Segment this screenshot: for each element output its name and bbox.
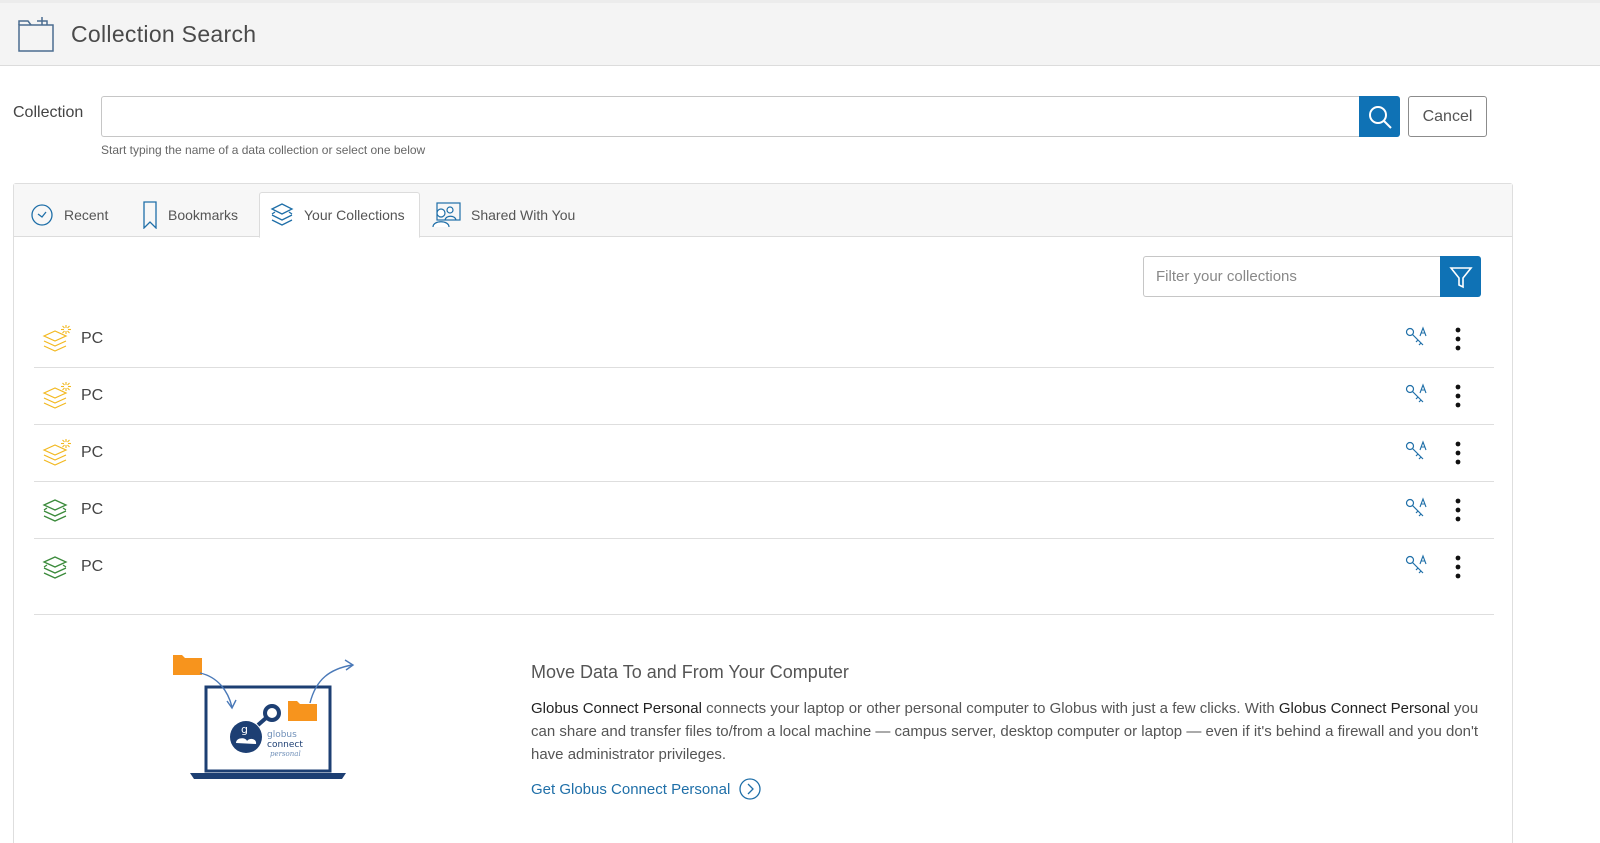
collection-name[interactable]: PC	[81, 330, 103, 348]
logo-line-2: connect	[267, 740, 303, 750]
product-name: Globus Connect Personal	[531, 700, 702, 717]
collection-search-input[interactable]	[101, 96, 1359, 137]
promo-description: Globus Connect Personal connects your la…	[531, 697, 1486, 766]
tab-your-collections[interactable]: Your Collections	[259, 192, 420, 238]
collections-panel: Recent Bookmarks Your Collections Shared…	[13, 183, 1513, 843]
chevron-right-circle-icon	[739, 778, 761, 800]
clock-icon	[31, 203, 53, 226]
logo-line-1: globus	[267, 730, 297, 740]
logo-line-3: personal	[270, 750, 301, 758]
search-hint: Start typing the name of a data collecti…	[101, 143, 426, 157]
get-globus-connect-personal-link[interactable]: Get Globus Connect Personal	[531, 778, 761, 800]
tab-label: Shared With You	[471, 206, 576, 223]
bookmark-icon	[143, 200, 157, 229]
personal-endpoint-icon	[42, 382, 71, 409]
more-options-icon[interactable]	[1448, 438, 1468, 468]
collection-name[interactable]: PC	[81, 444, 103, 462]
list-item[interactable]: PC	[34, 425, 1494, 482]
list-item[interactable]: PC	[34, 311, 1494, 368]
tab-label: Your Collections	[304, 207, 405, 223]
svg-text:g: g	[241, 723, 248, 736]
collection-label: Collection	[13, 104, 84, 121]
more-options-icon[interactable]	[1448, 552, 1468, 582]
tab-label: Bookmarks	[168, 206, 239, 223]
endpoint-connected-icon	[42, 556, 68, 579]
personal-endpoint-icon	[42, 325, 71, 352]
tab-bookmarks[interactable]: Bookmarks	[142, 192, 238, 237]
tab-bar: Recent Bookmarks Your Collections Shared…	[14, 184, 1512, 238]
tab-recent[interactable]: Recent	[30, 192, 108, 237]
cancel-button[interactable]: Cancel	[1408, 96, 1487, 137]
more-options-icon[interactable]	[1448, 495, 1468, 525]
search-icon	[1368, 105, 1392, 129]
filter-collections-input[interactable]	[1143, 256, 1440, 297]
globus-connect-laptop-illustration: g globus connect personal	[173, 655, 355, 779]
key-icon[interactable]	[1404, 440, 1430, 466]
collection-name[interactable]: PC	[81, 558, 103, 576]
layers-icon	[270, 203, 294, 226]
personal-endpoint-icon	[42, 439, 71, 466]
key-icon[interactable]	[1404, 326, 1430, 352]
page-title: Collection Search	[71, 21, 257, 47]
filter-icon	[1448, 266, 1473, 288]
search-button[interactable]	[1359, 96, 1400, 137]
promo-text-part: connects your laptop or other personal c…	[701, 700, 1279, 717]
divider	[34, 614, 1494, 615]
collection-name[interactable]: PC	[81, 387, 103, 405]
product-name: Globus Connect Personal	[1278, 700, 1450, 717]
page-header: Collection Search	[0, 0, 1600, 66]
link-label: Get Globus Connect Personal	[531, 780, 731, 798]
list-item[interactable]: PC	[34, 368, 1494, 425]
key-icon[interactable]	[1404, 554, 1430, 580]
filter-button[interactable]	[1440, 256, 1481, 297]
tab-shared-with-you[interactable]: Shared With You	[431, 192, 575, 237]
tab-label: Recent	[64, 206, 109, 223]
promo-title: Move Data To and From Your Computer	[531, 662, 849, 682]
list-item[interactable]: PC	[34, 482, 1494, 539]
list-item[interactable]: PC	[34, 539, 1494, 596]
folder-icon	[18, 17, 54, 52]
more-options-icon[interactable]	[1448, 381, 1468, 411]
collection-name[interactable]: PC	[81, 501, 103, 519]
collection-list: PC PC PC PC PC	[34, 311, 1494, 596]
more-options-icon[interactable]	[1448, 324, 1468, 354]
key-icon[interactable]	[1404, 497, 1430, 523]
shared-people-icon	[432, 201, 461, 227]
endpoint-connected-icon	[42, 499, 68, 522]
key-icon[interactable]	[1404, 383, 1430, 409]
